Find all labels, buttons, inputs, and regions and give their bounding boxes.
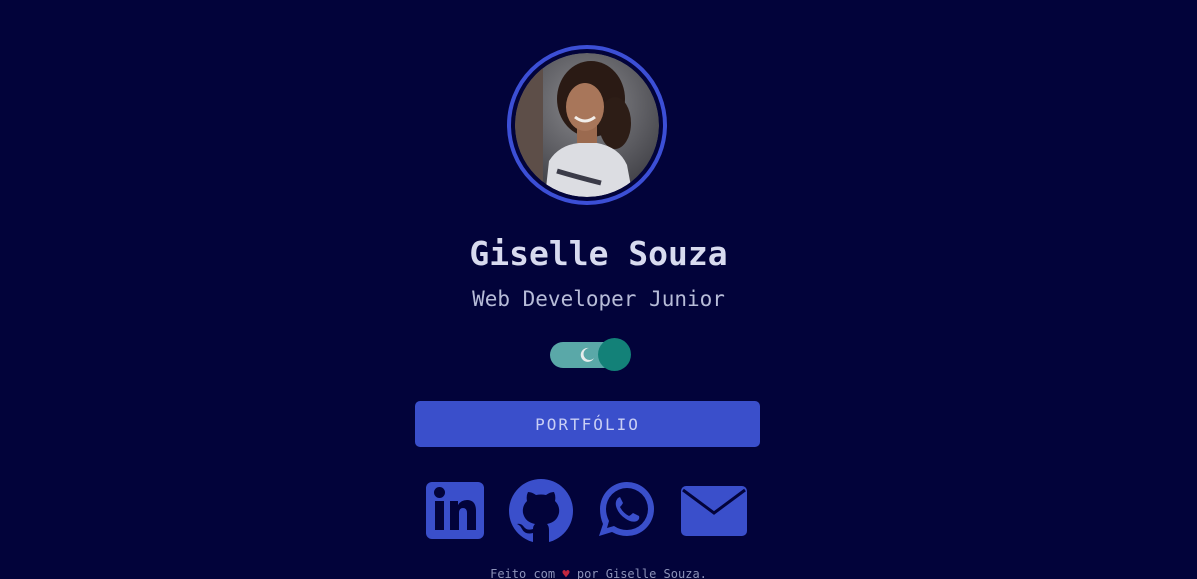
linkedin-link[interactable]	[425, 479, 485, 543]
theme-toggle[interactable]	[550, 338, 631, 371]
linkedin-icon	[426, 482, 484, 539]
footer-suffix: por Giselle Souza.	[576, 567, 707, 579]
whatsapp-link[interactable]	[597, 479, 657, 543]
profile-page: Giselle Souza Web Developer Junior PORTF…	[0, 0, 1197, 579]
portfolio-button[interactable]: PORTFÓLIO	[415, 401, 760, 447]
github-icon	[509, 479, 573, 543]
whatsapp-icon	[599, 482, 654, 536]
footer-prefix: Feito com	[490, 567, 556, 579]
mail-link[interactable]	[680, 479, 748, 543]
profile-photo	[515, 53, 659, 197]
moon-icon	[580, 347, 594, 362]
footer: Feito com ♥ por Giselle Souza.	[0, 566, 1197, 579]
heart-icon: ♥	[562, 567, 570, 579]
mail-icon	[681, 486, 747, 536]
profile-role: Web Developer Junior	[472, 287, 725, 311]
profile-name: Giselle Souza	[469, 234, 728, 273]
avatar	[507, 45, 667, 205]
github-link[interactable]	[509, 479, 573, 543]
toggle-knob	[598, 338, 631, 371]
